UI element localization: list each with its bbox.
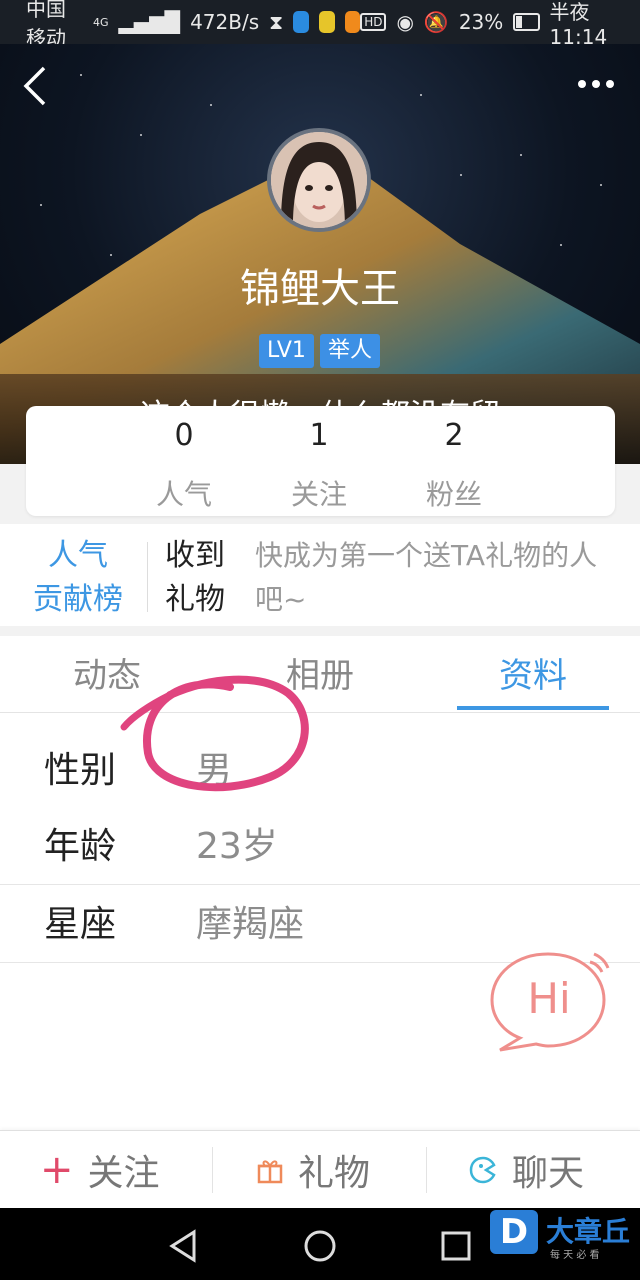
- network-speed: 472B/s: [190, 10, 260, 34]
- section-spacer: [0, 626, 640, 636]
- nav-home-icon[interactable]: [300, 1226, 340, 1266]
- divider: [212, 1147, 213, 1193]
- avatar[interactable]: [267, 128, 371, 232]
- clock: 半夜11:14: [549, 0, 608, 49]
- stat-value: 0: [174, 418, 194, 453]
- chevron-left-icon: [23, 66, 46, 106]
- chat-button[interactable]: 聊天: [468, 1131, 584, 1209]
- level-tag: LV1: [259, 334, 314, 368]
- profile-tabs: 动态 相册 资料: [0, 636, 640, 713]
- app-icon-blue: [293, 11, 309, 33]
- rank-link-line2: 贡献榜: [33, 582, 123, 617]
- info-value: 摩羯座: [196, 904, 305, 945]
- stat-label: 关注: [290, 478, 347, 511]
- divider: [426, 1147, 427, 1193]
- gift-icon: [257, 1160, 283, 1184]
- more-button[interactable]: [568, 66, 624, 102]
- tab-album[interactable]: 相册: [240, 636, 400, 712]
- hd-icon: HD: [360, 13, 387, 31]
- hourglass-icon: ⧗: [269, 10, 284, 34]
- app-icon-orange: [344, 11, 361, 33]
- gift-title-line1: 收到: [165, 538, 225, 573]
- active-tab-indicator: [457, 706, 609, 710]
- stat-value: 1: [309, 418, 329, 453]
- info-key: 星座: [44, 904, 117, 945]
- nickname: 锦鲤大王: [240, 266, 400, 312]
- chat-label: 聊天: [512, 1153, 585, 1194]
- gift-section: 人气 贡献榜 收到 礼物 快成为第一个送TA礼物的人吧~: [0, 526, 640, 626]
- network-type: 4G: [93, 15, 109, 29]
- info-row-gender: 性别 男: [0, 732, 640, 809]
- say-hi-button[interactable]: Hi: [486, 946, 616, 1056]
- more-dots-icon: [578, 80, 614, 88]
- tab-profile[interactable]: 资料: [453, 636, 613, 712]
- follow-label: 关注: [87, 1153, 160, 1194]
- info-key: 性别: [44, 750, 117, 791]
- nav-recents-icon[interactable]: [436, 1226, 476, 1266]
- plus-icon: +: [40, 1147, 74, 1193]
- tab-feed[interactable]: 动态: [27, 636, 187, 712]
- info-value: 男: [196, 750, 233, 791]
- info-key: 年龄: [44, 826, 117, 867]
- eye-icon: ◉: [396, 10, 414, 34]
- status-bar: 中国移动 4G ▂▄▆█ 472B/s ⧗ HD ◉ 🔕 23% 半夜11:14: [0, 0, 640, 50]
- battery-percent: 23%: [458, 10, 504, 34]
- watermark-logo: D: [490, 1210, 538, 1254]
- back-button[interactable]: [18, 60, 58, 112]
- mute-bell-icon: 🔕: [423, 10, 449, 34]
- received-gifts-title: 收到 礼物: [165, 534, 235, 622]
- app-icon-green: [318, 11, 335, 33]
- stats-card: 0 人气 1 关注 2 粉丝: [26, 406, 615, 516]
- rank-tag: 举人: [320, 334, 381, 368]
- stat-label: 粉丝: [425, 478, 482, 511]
- watermark: D 大章丘 每 天 必 看: [490, 1210, 636, 1270]
- battery-icon: [513, 13, 540, 31]
- gift-prompt: 快成为第一个送TA礼物的人吧~: [255, 539, 598, 616]
- nav-back-icon[interactable]: [164, 1226, 204, 1266]
- rank-link-line1: 人气: [48, 538, 108, 573]
- divider: [147, 542, 148, 612]
- gift-title-line2: 礼物: [165, 582, 225, 617]
- chat-icon: [469, 1156, 496, 1184]
- avatar-photo: [271, 132, 367, 228]
- stat-popularity[interactable]: 0 人气: [124, 406, 244, 513]
- hi-label: Hi: [527, 974, 571, 1023]
- bottom-action-bar: + 关注 礼物 聊天: [0, 1130, 640, 1209]
- stat-value: 2: [444, 418, 464, 453]
- signal-icon: ▂▄▆█: [118, 10, 181, 34]
- info-value: 23岁: [196, 826, 278, 867]
- watermark-text: 大章丘: [546, 1215, 631, 1248]
- watermark-subtext: 每 天 必 看: [550, 1250, 600, 1261]
- follow-button[interactable]: + 关注: [40, 1131, 160, 1209]
- gift-button[interactable]: 礼物: [256, 1131, 370, 1209]
- stat-label: 人气: [155, 478, 212, 511]
- contribution-rank-link[interactable]: 人气 贡献榜: [26, 534, 130, 622]
- gift-label: 礼物: [298, 1153, 371, 1194]
- stat-following[interactable]: 1 关注: [259, 406, 379, 513]
- info-row-age: 年龄 23岁: [0, 808, 640, 885]
- stat-fans[interactable]: 2 粉丝: [394, 406, 514, 513]
